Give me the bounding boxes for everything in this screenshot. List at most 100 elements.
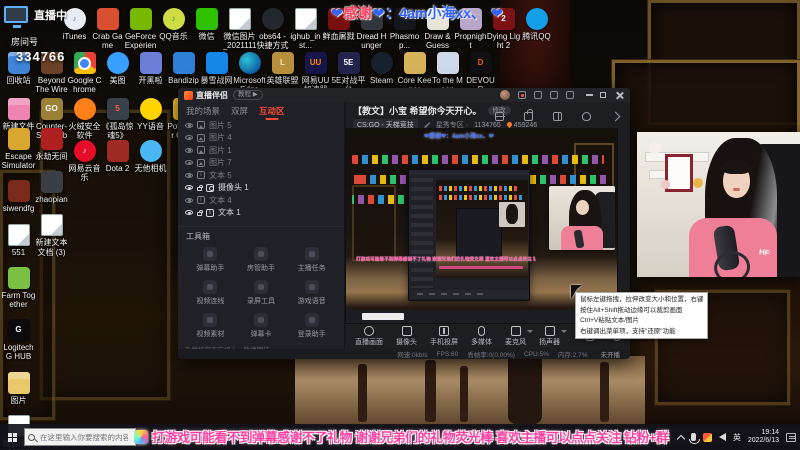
toolbar-button[interactable]: 手机投屏 [430, 325, 458, 348]
sidebar-tab[interactable]: 互动区 [259, 105, 285, 117]
toolbox-item[interactable]: 游戏语音 [287, 280, 336, 306]
desktop-icon[interactable]: Google Chrome [68, 52, 101, 95]
share-icon[interactable] [611, 112, 620, 121]
toolbar-button[interactable]: 摄像头 [396, 325, 417, 348]
start-button[interactable] [0, 424, 24, 450]
desktop-icon[interactable]: 5 《孤岛惊魂5》 [101, 98, 134, 141]
menu-icon[interactable] [566, 91, 574, 99]
desktop-icon[interactable]: Farm Together [2, 266, 35, 309]
tray-expand-icon[interactable] [676, 434, 686, 443]
desktop-icon[interactable]: 腾讯QQ [520, 8, 553, 51]
desktop-icon[interactable]: 新建文本文档 (3) [35, 214, 68, 257]
desktop-icon[interactable]: siwendfg [2, 180, 35, 213]
app-icon: G [7, 319, 30, 342]
desktop-icon[interactable]: 美图 [101, 52, 134, 95]
toolbox-item[interactable]: 弹幕卡 [237, 313, 286, 339]
visibility-eye-icon[interactable] [185, 197, 193, 203]
visibility-eye-icon[interactable] [185, 172, 193, 178]
input-language[interactable]: 英 [733, 432, 741, 443]
desktop-icon[interactable]: zhaopian [35, 171, 68, 204]
app-icon [228, 8, 251, 30]
desktop-icon-col-a: Escape Simulator siwendfg 551 Farm Toget… [2, 128, 35, 450]
windows-logo-icon [7, 432, 17, 442]
desktop-icon[interactable]: 图片 [2, 371, 35, 405]
headset-icon[interactable] [550, 91, 558, 99]
toolbox-item[interactable]: 视频连线 [186, 280, 235, 306]
desktop-icon[interactable]: GeForce Experience [124, 8, 157, 51]
tray-mic-icon[interactable] [688, 433, 700, 444]
source-row[interactable]: 文本 1 [178, 207, 344, 220]
desktop-icon[interactable]: 551 [2, 223, 35, 257]
source-row[interactable]: 图片 1 [178, 144, 344, 157]
visibility-eye-icon[interactable] [185, 135, 193, 141]
toolbar-button[interactable]: 直播画面 [355, 325, 383, 348]
desktop-icon[interactable]: G Logitech G HUB [2, 319, 35, 361]
source-row[interactable]: 文本 4 [178, 194, 344, 207]
app-icon: L [271, 52, 294, 74]
source-row[interactable]: 图片 7 [178, 157, 344, 170]
desktop-icon[interactable]: 微信 [190, 8, 223, 51]
desktop-icon[interactable]: 火绒安全软件 [68, 98, 101, 141]
background-plush [661, 180, 670, 189]
record-icon[interactable] [518, 91, 526, 99]
emoji-icon[interactable] [534, 91, 542, 99]
taskbar-clock[interactable]: 19:14 2022/6/13 [748, 429, 779, 446]
taskbar-search[interactable] [24, 428, 136, 446]
tray-app-icon[interactable] [702, 432, 712, 442]
minimize-button[interactable] [586, 94, 593, 96]
icon-glyph: ♪ [82, 146, 87, 155]
camera-window[interactable]: HF [637, 132, 800, 277]
sidebar-tab[interactable]: 双屏 [231, 105, 248, 117]
lock-icon[interactable] [524, 109, 533, 121]
captured-app-sidebar [411, 178, 433, 288]
lock-icon[interactable] [197, 209, 203, 216]
toolbar-button-label: 麦克风 [505, 338, 526, 346]
gift-icon[interactable] [495, 112, 505, 121]
visibility-eye-icon[interactable] [185, 122, 193, 128]
desktop-icon[interactable]: ♪ 网易云音乐 [68, 140, 101, 182]
visibility-eye-icon[interactable] [185, 185, 193, 191]
toolbox-item[interactable]: 登录助手 [287, 313, 336, 339]
source-row[interactable]: 文本 5 [178, 169, 344, 182]
visibility-eye-icon[interactable] [185, 147, 193, 153]
close-button[interactable] [615, 91, 624, 100]
source-row[interactable]: 图片 4 [178, 132, 344, 145]
desktop-icon[interactable]: ♪ QQ音乐 [157, 8, 190, 51]
desktop-icon[interactable]: YY语音 [134, 98, 167, 141]
tutorial-badge[interactable]: 教程 ▶ [233, 90, 263, 100]
desktop-icon[interactable]: obs64 - 快捷方式 [256, 8, 289, 51]
visibility-eye-icon[interactable] [185, 160, 193, 166]
icon-label: iTunes [62, 32, 87, 41]
desktop-icon[interactable]: Dota 2 [101, 140, 134, 182]
desktop-icon[interactable]: Crab Game [91, 8, 124, 51]
icon-label: 微信 [198, 32, 215, 41]
lock-icon[interactable] [197, 184, 203, 191]
notification-icon[interactable] [786, 432, 796, 442]
source-row[interactable]: 摄像头 1 [178, 182, 344, 195]
maximize-button[interactable] [600, 92, 606, 98]
toolbox-item[interactable]: 录屏工具 [237, 280, 286, 306]
visibility-eye-icon[interactable] [185, 210, 193, 216]
toolbox-item[interactable]: 弹幕助手 [186, 247, 235, 273]
desktop-icon[interactable]: Escape Simulator [2, 128, 35, 170]
desktop-icon[interactable]: 微信图片_20211111 [223, 8, 256, 51]
desktop-icon[interactable]: ighub_inst... [289, 8, 322, 51]
bell-icon[interactable] [582, 112, 591, 121]
tray-volume-icon[interactable] [718, 433, 726, 441]
toolbox-item[interactable]: 视频素材 [186, 313, 235, 339]
source-type-icon [197, 171, 205, 180]
search-input[interactable] [38, 431, 130, 443]
captured-thanks-overlay: ❤感谢❤：4am小海xx、❤ [424, 134, 494, 140]
sidebar-tab[interactable]: 我的场景 [186, 105, 220, 117]
desktop-icon[interactable]: 开黑啦 [134, 52, 167, 95]
user-avatar[interactable] [500, 90, 510, 100]
toolbar-button[interactable]: 麦克风 [505, 325, 526, 348]
toolbar-button[interactable]: 扬声器 [539, 325, 560, 348]
toolbox-item[interactable]: 主播任务 [287, 247, 336, 273]
toolbar-button[interactable]: 多媒体 [471, 325, 492, 348]
desktop-icon[interactable]: 无他相机 [134, 140, 167, 182]
toolbox-item[interactable]: 房管助手 [237, 247, 286, 273]
source-row[interactable]: 图片 5 [178, 119, 344, 132]
grid-icon[interactable] [553, 112, 562, 121]
desktop-icon[interactable]: 永劫无间 [35, 128, 68, 161]
